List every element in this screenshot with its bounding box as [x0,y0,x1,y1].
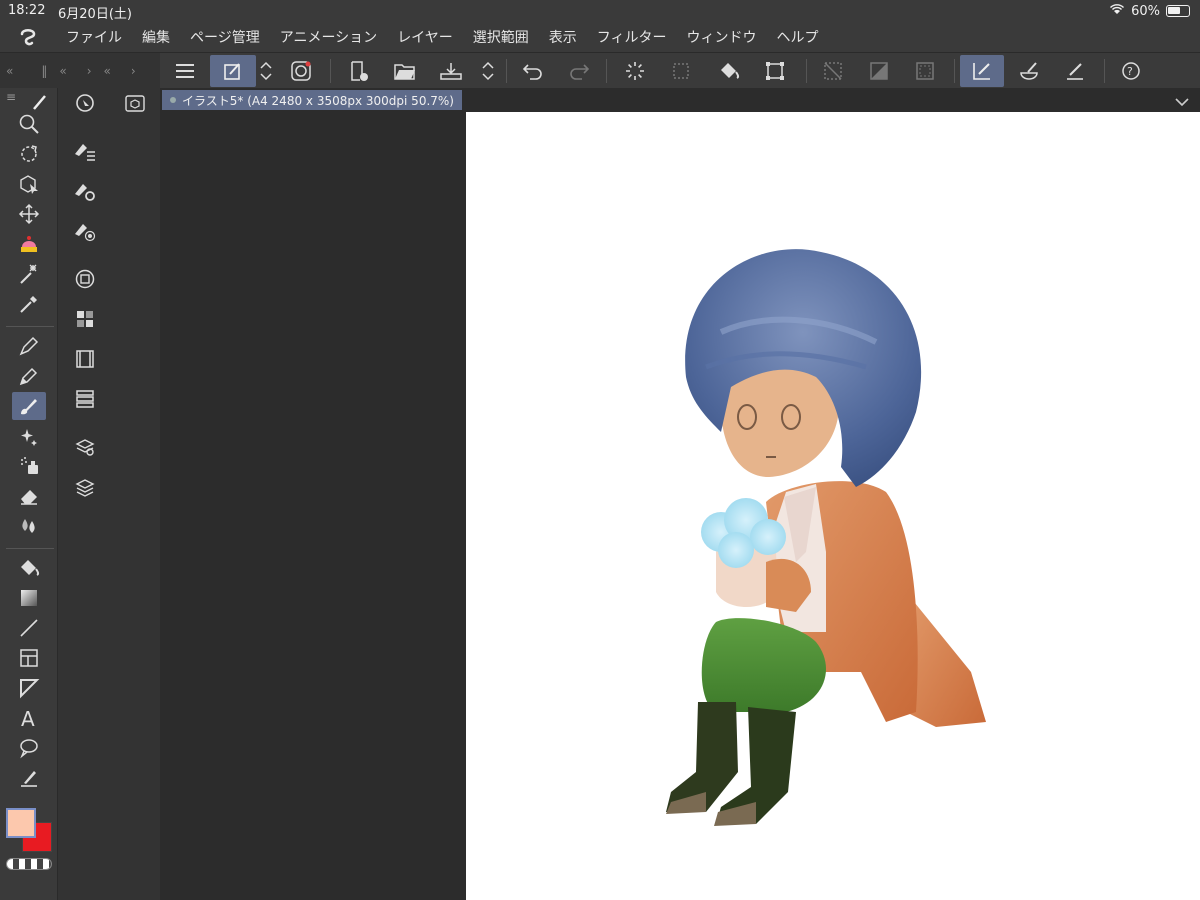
sub-tool-palette [57,88,160,900]
color-set-icon[interactable] [68,304,102,334]
palette-menu-icon[interactable]: ≡ [6,90,16,104]
ruler-icon[interactable] [12,674,46,702]
layers-icon[interactable] [68,472,102,502]
menu-icon[interactable] [168,55,202,87]
balloon-icon[interactable] [12,734,46,762]
command-bar: « ‖ « › « › ? [0,52,1200,89]
transparent-color-swatch[interactable] [6,858,52,870]
timeline-icon[interactable] [68,344,102,374]
help-icon[interactable]: ? [1114,55,1148,87]
canvas-area: イラスト5* (A4 2480 x 3508px 300dpi 50.7%) [160,88,1200,900]
menu-layer[interactable]: レイヤー [387,27,463,47]
move-icon[interactable] [12,200,46,228]
svg-text:?: ? [1127,65,1133,78]
canvas-paper[interactable] [466,112,1200,900]
menu-bar: ファイル 編集 ページ管理 アニメーション レイヤー 選択範囲 表示 フィルター… [0,22,1200,52]
new-file-icon[interactable] [342,55,376,87]
menu-filter[interactable]: フィルター [587,27,677,47]
decoration-icon[interactable] [12,422,46,450]
sub-tool-brush-list-icon[interactable] [68,136,102,166]
character-illustration [666,249,986,826]
spiral-icon[interactable] [284,55,318,87]
selection-border-icon[interactable] [908,55,942,87]
cake-icon[interactable] [12,230,46,258]
palette-collapse-controls: « ‖ « › « › [0,53,160,89]
document-tab-label: イラスト5* (A4 2480 x 3508px 300dpi 50.7%) [182,93,454,108]
undo-icon[interactable] [516,55,550,87]
navigator-icon[interactable] [68,88,102,118]
brush-size-icon[interactable] [68,216,102,246]
svg-text:A: A [21,707,35,729]
blend-icon[interactable] [12,512,46,540]
auto-select-icon[interactable] [12,260,46,288]
menu-page[interactable]: ページ管理 [180,27,270,47]
airbrush-icon[interactable] [12,452,46,480]
deselect-icon[interactable] [816,55,850,87]
transform-icon[interactable] [758,55,792,87]
correction-line-icon[interactable] [12,764,46,792]
eraser-icon[interactable] [12,482,46,510]
text-icon[interactable]: A [12,704,46,732]
save-icon[interactable] [434,55,468,87]
gradient-icon[interactable] [12,584,46,612]
tab-status-dot [170,97,176,103]
collapse-left-icon[interactable]: « [98,64,117,78]
zoom-icon[interactable] [12,110,46,138]
menu-animation[interactable]: アニメーション [270,27,387,47]
blend-icon[interactable] [1012,55,1046,87]
eyedropper-icon[interactable] [12,290,46,318]
layer-search-icon[interactable] [68,432,102,462]
brush-icon[interactable] [12,392,46,420]
color-indicator [0,800,57,900]
selection-icon[interactable] [664,55,698,87]
color-circle-icon[interactable] [68,264,102,294]
rotate-icon[interactable] [12,140,46,168]
chevron-right-icon[interactable]: › [117,64,142,78]
stepper-icon[interactable] [254,55,278,87]
frame-icon[interactable] [12,644,46,672]
battery-percent: 60% [1131,3,1160,19]
3d-material-icon[interactable] [118,88,152,118]
document-tab[interactable]: イラスト5* (A4 2480 x 3508px 300dpi 50.7%) [162,90,462,110]
open-folder-icon[interactable] [388,55,422,87]
pen-settings-icon[interactable] [210,55,256,87]
chevron-right-icon[interactable]: › [73,64,98,78]
invert-selection-icon[interactable] [862,55,896,87]
battery-icon [1166,5,1190,17]
status-time: 18:22 [8,3,46,18]
collapse-left-icon[interactable]: « [53,64,72,78]
chevron-down-icon[interactable] [1174,92,1190,111]
fill-icon[interactable] [12,554,46,582]
stepper-icon[interactable] [476,55,500,87]
ruler-pen-icon[interactable] [1058,55,1092,87]
tool-property-icon[interactable] [68,176,102,206]
menu-edit[interactable]: 編集 [132,27,180,47]
pencil-icon[interactable] [12,362,46,390]
menu-selection[interactable]: 選択範囲 [463,27,539,47]
menu-window[interactable]: ウィンドウ [677,27,767,47]
app-logo-icon[interactable] [0,22,56,52]
collapse-left-icon[interactable]: « [0,64,19,78]
menu-file[interactable]: ファイル [56,27,132,47]
pen-snap-icon[interactable] [960,55,1004,87]
loading-icon[interactable] [618,55,652,87]
menu-view[interactable]: 表示 [539,27,587,47]
status-date: 6月20日(土) [58,7,132,22]
layer-property-icon[interactable] [68,384,102,414]
object-select-icon[interactable] [12,170,46,198]
grip-icon[interactable]: ‖ [19,64,53,78]
wifi-icon [1109,3,1125,19]
line-icon[interactable] [12,614,46,642]
pen-icon[interactable] [12,332,46,360]
fill-icon[interactable] [712,55,746,87]
redo-icon[interactable] [562,55,596,87]
main-color-swatch[interactable] [6,808,36,838]
status-bar: 18:22 6月20日(土) 60% [0,0,1200,22]
menu-help[interactable]: ヘルプ [767,27,829,47]
tool-palette: ≡ A [0,88,57,900]
